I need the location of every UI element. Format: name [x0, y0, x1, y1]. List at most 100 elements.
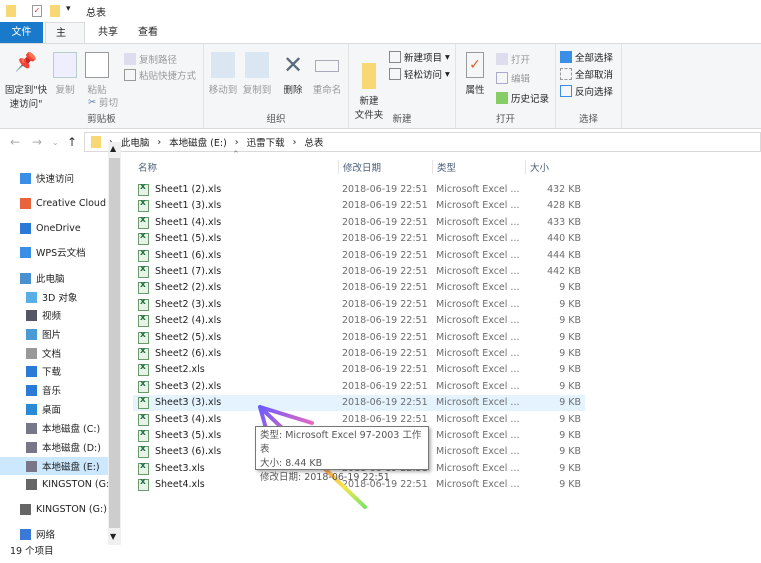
file-name: Sheet3 (6).xls — [155, 446, 222, 458]
sidebar-item[interactable]: 桌面 — [0, 400, 108, 418]
file-row[interactable]: Sheet2 (2).xls 2018-06-19 22:51 Microsoft … — [133, 280, 585, 296]
file-row[interactable]: Sheet2 (5).xls 2018-06-19 22:51 Microsoft … — [133, 330, 585, 346]
tab-share[interactable]: 共享 — [88, 22, 128, 43]
excel-file-icon — [138, 461, 149, 475]
file-date: 2018-06-19 22:51 — [342, 298, 428, 310]
file-row[interactable]: Sheet1 (4).xls 2018-06-19 22:51 Microsoft … — [133, 215, 585, 231]
excel-file-icon — [138, 313, 149, 328]
properties-button[interactable]: ✓ 属性 — [460, 52, 490, 96]
new-item-button[interactable]: 新建项目 ▾ — [389, 50, 450, 64]
copy-button[interactable]: 复制 — [52, 52, 78, 96]
file-row[interactable]: Sheet3 (2).xls 2018-06-19 22:51 Microsoft … — [133, 379, 585, 395]
new-folder-quick-icon[interactable] — [50, 5, 60, 17]
sidebar-item[interactable]: KINGSTON (G:) — [0, 500, 108, 518]
sidebar-item[interactable]: WPS云文档 — [0, 243, 108, 261]
select-all-button[interactable]: 全部选择 — [560, 50, 613, 64]
breadcrumb-item[interactable]: 本地磁盘 (E:) — [169, 135, 227, 149]
excel-file-icon — [138, 248, 149, 262]
file-type: Microsoft Excel ... — [436, 233, 520, 245]
sidebar-item[interactable]: 此电脑 — [0, 269, 108, 287]
file-row[interactable]: Sheet2 (4).xls 2018-06-19 22:51 Microsoft … — [133, 313, 585, 329]
sidebar-item[interactable]: 音乐 — [0, 381, 108, 399]
sidebar-item[interactable]: 下载 — [0, 362, 108, 380]
excel-file-icon — [138, 182, 149, 196]
properties-quick-icon[interactable]: ✓ — [32, 5, 42, 17]
file-name: Sheet3.xls — [155, 462, 205, 474]
file-size: 9 KB — [559, 462, 581, 474]
column-header-size[interactable]: 大小 — [525, 160, 549, 174]
new-item-icon — [389, 51, 401, 63]
breadcrumb-item[interactable]: 此电脑 — [121, 135, 150, 149]
sidebar-item[interactable]: Creative Cloud Files — [0, 194, 108, 212]
sidebar-item[interactable]: 文档 — [0, 344, 108, 362]
sidebar-item-label: OneDrive — [36, 222, 81, 234]
tab-file[interactable]: 文件 — [0, 22, 43, 43]
sidebar-item[interactable]: 本地磁盘 (E:) — [0, 457, 108, 475]
file-row[interactable]: Sheet1 (2).xls 2018-06-19 22:51 Microsoft … — [133, 182, 585, 198]
invert-selection-button[interactable]: 反向选择 — [560, 84, 613, 98]
excel-file-icon — [138, 198, 149, 213]
customize-toolbar-icon[interactable]: ▾ — [66, 4, 71, 14]
file-size: 444 KB — [547, 249, 581, 261]
column-header-type[interactable]: 类型 — [432, 160, 456, 174]
breadcrumb-item[interactable]: 迅雷下载 — [247, 135, 285, 149]
column-header-date[interactable]: 修改日期 — [338, 160, 381, 174]
select-none-button[interactable]: 全部取消 — [560, 67, 613, 81]
sidebar-item[interactable]: 快速访问 — [0, 169, 108, 187]
breadcrumb[interactable]: › 此电脑 › 本地磁盘 (E:) › 迅雷下载 › 总表 — [84, 132, 761, 152]
column-header-name[interactable]: 名称 — [138, 160, 157, 174]
history-button[interactable]: 历史记录 — [496, 91, 549, 105]
file-date: 2018-06-19 22:51 — [342, 200, 428, 212]
back-arrow-icon[interactable]: ← — [10, 135, 20, 149]
sidebar-item[interactable]: 图片 — [0, 325, 108, 343]
file-row[interactable]: Sheet1 (7).xls 2018-06-19 22:51 Microsoft … — [133, 264, 585, 280]
open-button[interactable]: 打开 — [496, 52, 530, 66]
file-row[interactable]: Sheet1 (6).xls 2018-06-19 22:51 Microsoft … — [133, 248, 585, 264]
tab-home[interactable]: 主页 — [45, 22, 85, 60]
file-type: Microsoft Excel ... — [436, 282, 520, 294]
forward-arrow-icon[interactable]: → — [32, 135, 42, 149]
breadcrumb-item[interactable]: 总表 — [304, 135, 323, 149]
file-row[interactable]: Sheet2 (6).xls 2018-06-19 22:51 Microsoft … — [133, 346, 585, 362]
onedrive-icon — [20, 222, 31, 234]
file-name: Sheet2.xls — [155, 364, 205, 376]
sidebar-item[interactable]: 网络 — [0, 525, 108, 543]
delete-button[interactable]: ✕ 删除 — [280, 52, 306, 96]
paste-icon — [85, 52, 109, 78]
scrollbar-thumb[interactable] — [109, 158, 120, 528]
copy-path-button[interactable]: 复制路径 — [124, 52, 177, 66]
select-group: 全部选择 全部取消 反向选择 选择 — [556, 44, 622, 128]
sidebar-item[interactable]: 3D 对象 — [0, 288, 108, 306]
sidebar-item[interactable]: 视频 — [0, 306, 108, 324]
file-row[interactable]: Sheet2 (3).xls 2018-06-19 22:51 Microsoft … — [133, 297, 585, 313]
pin-quick-access-button[interactable]: 📌 固定到"快速访问" — [2, 52, 50, 110]
file-row[interactable]: Sheet2.xls 2018-06-19 22:51 Microsoft Exce… — [133, 362, 585, 378]
easy-access-button[interactable]: 轻松访问 ▾ — [389, 67, 450, 81]
sidebar-item[interactable]: OneDrive — [0, 219, 108, 237]
scroll-down-icon[interactable]: ▼ — [110, 532, 116, 541]
scroll-up-icon[interactable]: ▲ — [110, 144, 116, 153]
file-row[interactable]: Sheet1 (5).xls 2018-06-19 22:51 Microsoft … — [133, 231, 585, 247]
tab-view[interactable]: 查看 — [128, 22, 168, 43]
tooltip-type: 类型: Microsoft Excel 97-2003 工作表 — [260, 430, 422, 455]
copy-to-button[interactable]: 复制到 — [240, 52, 274, 96]
file-name: Sheet1 (2).xls — [155, 184, 222, 195]
new-group-label: 新建 — [392, 114, 412, 125]
rename-button[interactable]: 重命名 — [310, 52, 344, 96]
paste-button[interactable]: 粘贴 — [84, 52, 110, 96]
file-size: 9 KB — [559, 315, 581, 327]
sidebar-item[interactable]: 本地磁盘 (C:) — [0, 419, 108, 437]
cut-button[interactable]: ✂ 剪切 — [88, 95, 118, 110]
move-to-button[interactable]: 移动到 — [206, 52, 240, 96]
sidebar-item[interactable]: 本地磁盘 (D:) — [0, 438, 108, 456]
paste-shortcut-button[interactable]: 粘贴快捷方式 — [124, 68, 196, 82]
edit-button[interactable]: 编辑 — [496, 71, 530, 85]
sidebar-item-label: KINGSTON (G:) — [36, 503, 107, 515]
file-date: 2018-06-19 22:51 — [342, 380, 428, 392]
recent-chevron-icon[interactable]: ⌄ — [52, 138, 59, 147]
sidebar-item[interactable]: KINGSTON (G:) — [0, 475, 108, 493]
navigation-pane: 快速访问 Creative Cloud Files OneDrive WPS云文档此电… — [0, 160, 108, 544]
up-arrow-icon[interactable]: ↑ — [67, 135, 77, 149]
file-row[interactable]: Sheet1 (3).xls 2018-06-19 22:51 Microsoft … — [133, 198, 585, 214]
file-name: Sheet1 (4).xls — [155, 216, 222, 228]
